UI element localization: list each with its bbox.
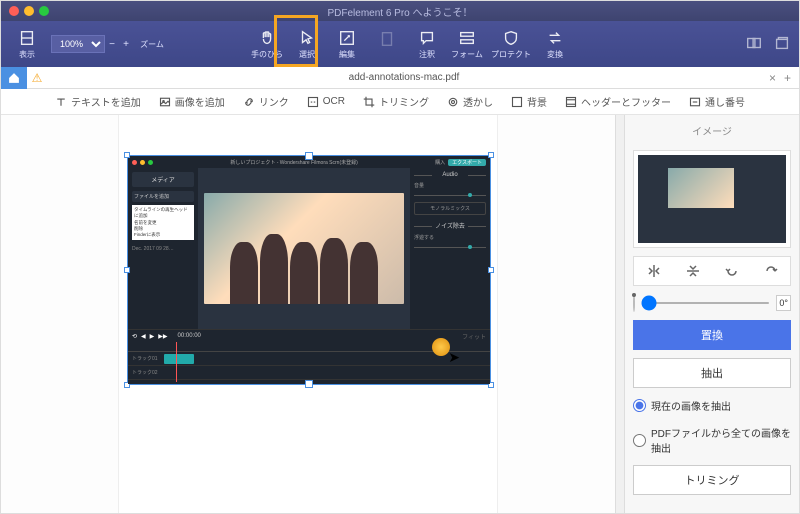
new-tab-button[interactable]: + — [784, 71, 791, 85]
scrollbar[interactable] — [615, 115, 624, 513]
annotate-button[interactable]: 注釈 — [407, 29, 447, 60]
extract-current-radio[interactable]: 現在の画像を抽出 — [633, 398, 791, 413]
view-button[interactable]: 表示 — [7, 29, 47, 60]
rotation-control: 0° — [633, 294, 791, 312]
rotation-value[interactable]: 0° — [776, 295, 791, 311]
edit-label: 編集 — [339, 49, 355, 60]
flip-horizontal-button[interactable] — [646, 263, 662, 279]
rotation-slider[interactable] — [641, 302, 770, 304]
select-label: 選択 — [299, 49, 315, 60]
zoom-control: 100% − + — [51, 35, 133, 53]
zoom-out-button[interactable]: − — [105, 37, 119, 51]
replace-button[interactable]: 置換 — [633, 320, 791, 350]
edit-icon — [338, 29, 356, 47]
document-area[interactable]: 新しいプロジェクト - Wondershare Filmora Scrn(未登録… — [1, 115, 615, 513]
watermark-button[interactable]: 透かし — [447, 94, 493, 109]
batch-icon[interactable] — [773, 34, 791, 52]
annotate-icon — [418, 29, 436, 47]
home-button[interactable] — [1, 67, 27, 89]
selected-image[interactable]: 新しいプロジェクト - Wondershare Filmora Scrn(未登録… — [127, 155, 491, 385]
view-label: 表示 — [19, 49, 35, 60]
extract-button[interactable]: 抽出 — [633, 358, 791, 388]
transform-buttons — [633, 256, 791, 286]
ribbon-right — [745, 34, 791, 54]
page-icon — [18, 29, 36, 47]
bates-button[interactable]: 通し番号 — [689, 94, 745, 109]
rotation-dial[interactable] — [633, 294, 635, 312]
edit-toolbar: テキストを追加 画像を追加 リンク OCR トリミング 透かし 背景 ヘッダーと… — [1, 89, 799, 115]
zoom-select[interactable]: 100% — [51, 35, 105, 53]
hand-icon — [258, 29, 276, 47]
convert-button[interactable]: 変換 — [535, 29, 575, 60]
extract-all-radio[interactable]: PDFファイルから全ての画像を抽出 — [633, 425, 791, 455]
crop-button[interactable]: トリミング — [633, 465, 791, 495]
pdf-page: 新しいプロジェクト - Wondershare Filmora Scrn(未登録… — [118, 115, 498, 513]
zoom-in-button[interactable]: + — [119, 37, 133, 51]
edit-button[interactable]: 編集 — [327, 29, 367, 60]
titlebar: PDFelement 6 Pro へようこそ！ — [1, 1, 799, 21]
embedded-screenshot: 新しいプロジェクト - Wondershare Filmora Scrn(未登録… — [128, 156, 490, 384]
link-button[interactable]: リンク — [243, 94, 289, 109]
cursor-icon — [298, 29, 316, 47]
tab-controls: × + — [761, 71, 799, 85]
rotate-left-button[interactable] — [724, 263, 740, 279]
page-button[interactable] — [367, 30, 407, 59]
image-thumbnail[interactable] — [633, 150, 791, 248]
background-button[interactable]: 背景 — [511, 94, 547, 109]
ocr-button[interactable]: OCR — [307, 96, 345, 108]
form-button[interactable]: フォーム — [447, 29, 487, 60]
hand-button[interactable]: 手のひら — [247, 29, 287, 60]
form-label: フォーム — [451, 49, 483, 60]
window-title: PDFelement 6 Pro へようこそ！ — [1, 4, 799, 19]
crop-button[interactable]: トリミング — [363, 94, 429, 109]
sidebar-title: イメージ — [633, 123, 791, 138]
image-sidebar: イメージ 0° 置換 抽出 現在の画像を抽出 PDFファイルから全ての画像を抽出… — [624, 115, 799, 513]
pages-icon — [378, 30, 396, 48]
add-image-button[interactable]: 画像を追加 — [159, 94, 225, 109]
protect-button[interactable]: プロテクト — [487, 29, 535, 60]
app-window: PDFelement 6 Pro へようこそ！ 表示 100% − + ズーム … — [0, 0, 800, 514]
flip-vertical-button[interactable] — [685, 263, 701, 279]
hand-label: 手のひら — [251, 49, 283, 60]
rotate-right-button[interactable] — [763, 263, 779, 279]
protect-label: プロテクト — [491, 49, 531, 60]
form-icon — [458, 29, 476, 47]
warning-icon[interactable]: ⚠ — [27, 71, 47, 85]
address-bar: ⚠ add-annotations-mac.pdf × + — [1, 67, 799, 89]
zoom-label: ズーム — [140, 39, 164, 50]
filename-display: add-annotations-mac.pdf — [47, 72, 761, 83]
combine-icon[interactable] — [745, 34, 763, 52]
content-area: 新しいプロジェクト - Wondershare Filmora Scrn(未登録… — [1, 115, 799, 513]
shield-icon — [502, 29, 520, 47]
zoom-button[interactable]: ズーム — [137, 39, 167, 50]
add-text-button[interactable]: テキストを追加 — [55, 94, 141, 109]
annotate-label: 注釈 — [419, 49, 435, 60]
close-tab-button[interactable]: × — [769, 71, 776, 85]
header-footer-button[interactable]: ヘッダーとフッター — [565, 94, 671, 109]
convert-icon — [546, 29, 564, 47]
ribbon-toolbar: 表示 100% − + ズーム 手のひら 選択 編集 注釈 フォーム プロテクト… — [1, 21, 799, 67]
convert-label: 変換 — [547, 49, 563, 60]
select-button[interactable]: 選択 — [287, 29, 327, 60]
cursor-icon: ➤ — [448, 349, 460, 366]
